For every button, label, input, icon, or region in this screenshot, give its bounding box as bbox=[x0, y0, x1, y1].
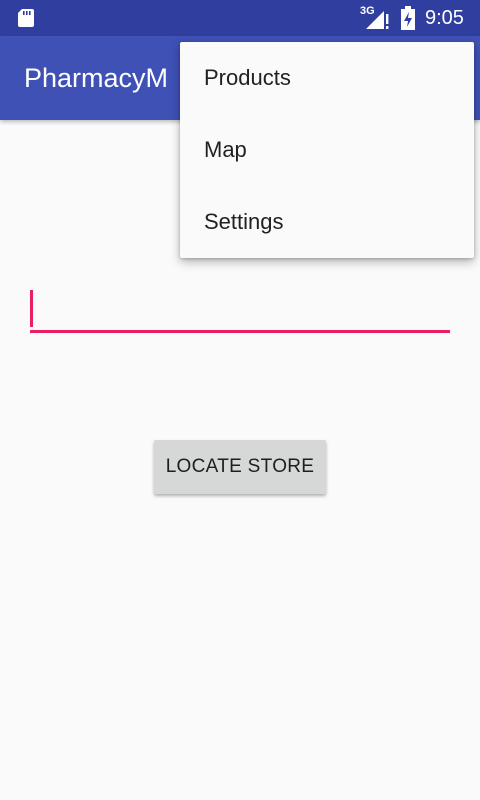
menu-item-label: Settings bbox=[204, 209, 284, 234]
menu-item-label: Map bbox=[204, 137, 247, 162]
overflow-menu: Products Map Settings bbox=[180, 42, 474, 258]
app-screen: 3G 9:05 PharmacyM LOCATE STORE Products bbox=[0, 0, 480, 800]
sd-card-icon bbox=[18, 9, 34, 27]
locate-store-button[interactable]: LOCATE STORE bbox=[154, 440, 326, 494]
clock: 9:05 bbox=[425, 7, 464, 29]
battery-charging-icon bbox=[401, 6, 415, 30]
menu-item-products[interactable]: Products bbox=[180, 42, 474, 114]
menu-item-label: Products bbox=[204, 65, 291, 90]
store-search-field[interactable] bbox=[30, 290, 450, 334]
app-title: PharmacyM bbox=[24, 63, 169, 93]
menu-item-settings[interactable]: Settings bbox=[180, 186, 474, 258]
signal-icon bbox=[366, 11, 389, 29]
text-cursor bbox=[30, 290, 33, 327]
field-underline bbox=[30, 330, 450, 333]
status-bar: 3G 9:05 bbox=[0, 0, 480, 36]
menu-item-map[interactable]: Map bbox=[180, 114, 474, 186]
signal-group: 3G bbox=[360, 6, 390, 30]
